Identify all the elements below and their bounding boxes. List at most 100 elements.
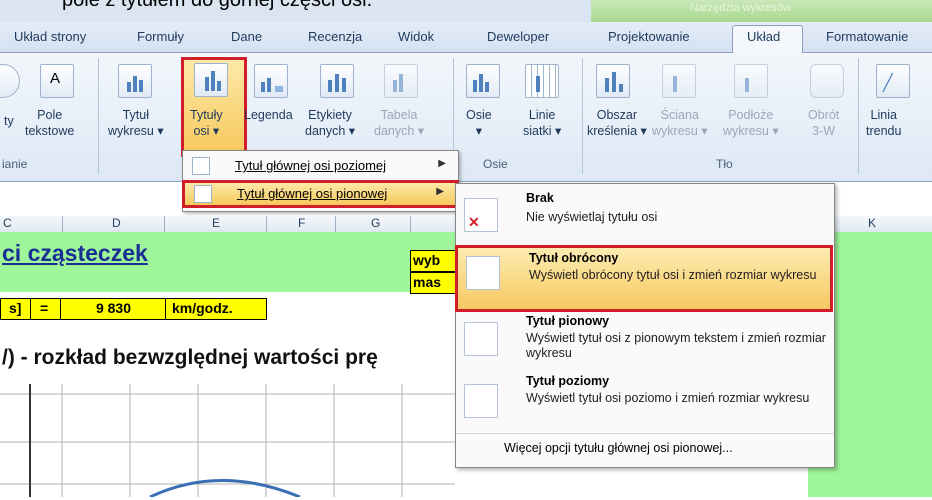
menu-item-vertical-axis-title[interactable]: Tytuł głównej osi pionowej ▶ — [182, 180, 459, 208]
trendline-button-label[interactable]: Linia trendu — [866, 107, 901, 139]
cell-unit[interactable]: km/godz. — [165, 298, 267, 320]
cell-s[interactable]: s] — [0, 298, 32, 320]
no-title-icon: ✕ — [464, 198, 498, 232]
vertical-title-icon — [464, 322, 498, 356]
axis-titles-button-label[interactable]: Tytuły osi ▾ — [190, 107, 223, 139]
cell-equals[interactable]: = — [30, 298, 62, 320]
tab-formulas[interactable]: Formuły — [137, 29, 184, 44]
tab-page-layout[interactable]: Układ strony — [14, 29, 86, 44]
axes-icon[interactable] — [466, 64, 500, 98]
cell-speed-value[interactable]: 9 830 — [60, 298, 167, 320]
option-horizontal-title[interactable]: Tytuł poziomy Wyświetl tytuł osi poziomo… — [456, 372, 834, 430]
column-separator — [164, 216, 165, 232]
data-labels-button-label[interactable]: Etykiety danych ▾ — [305, 107, 355, 139]
option-rotated-title-title: Tytuł obrócony — [529, 251, 619, 265]
cell-unit-text: km/godz. — [172, 300, 233, 316]
group-label-background: Tło — [716, 157, 733, 171]
tab-format[interactable]: Formatowanie — [826, 29, 908, 44]
option-rotated-title-desc: Wyświetl obrócony tytuł osi i zmień rozm… — [529, 268, 817, 282]
axis-titles-icon[interactable] — [194, 63, 228, 97]
axis-titles-menu: Tytuł głównej osi poziomej ▶ Tytuł główn… — [182, 150, 459, 212]
tab-layout[interactable]: Układ — [747, 29, 780, 44]
more-axis-title-options[interactable]: Więcej opcji tytułu głównej osi pionowej… — [504, 441, 733, 455]
option-vertical-title-title: Tytuł pionowy — [526, 314, 610, 328]
rotated-title-icon — [466, 256, 500, 290]
chart-area[interactable] — [0, 384, 455, 499]
column-header-k[interactable]: K — [868, 216, 876, 230]
chart-wall-icon — [662, 64, 696, 98]
chart-curve — [149, 479, 301, 499]
ribbon-partial-label: ty — [4, 114, 14, 128]
chart-tools-label: Narzędzia wykresów — [690, 2, 791, 14]
tab-design[interactable]: Projektowanie — [608, 29, 690, 44]
column-header-g[interactable]: G — [371, 216, 380, 230]
option-horizontal-title-title: Tytuł poziomy — [526, 374, 610, 388]
cell-equals-text: = — [40, 300, 49, 316]
group-label-left: ianie — [2, 157, 28, 171]
vertical-axis-title-submenu: ✕ Brak Nie wyświetlaj tytułu osi Tytuł o… — [455, 183, 835, 468]
ribbon-separator — [98, 58, 99, 174]
sheet-heading[interactable]: ci cząsteczek — [2, 240, 148, 267]
chart-gridlines — [0, 384, 455, 499]
3d-rotation-button-label: Obrót 3-W — [808, 108, 840, 138]
option-horizontal-title-desc: Wyświetl tytuł osi poziomo i zmień rozmi… — [526, 391, 810, 405]
sheet-green-area — [410, 232, 455, 250]
cell-wyb[interactable]: wyb — [410, 250, 457, 272]
option-vertical-title[interactable]: Tytuł pionowy Wyświetl tytuł osi z piono… — [456, 312, 834, 370]
option-none-desc: Nie wyświetlaj tytułu osi — [526, 210, 658, 224]
gridlines-button-label[interactable]: Linie siatki ▾ — [523, 107, 561, 139]
plot-area-button-label[interactable]: Obszar kreślenia ▾ — [587, 107, 647, 139]
submenu-arrow-icon: ▶ — [436, 186, 444, 197]
submenu-arrow-icon: ▶ — [438, 158, 446, 169]
axes-button-label[interactable]: Osie ▾ — [466, 107, 492, 139]
cell-mas[interactable]: mas — [410, 272, 457, 294]
menu-separator — [456, 433, 834, 434]
group-label-axes: Osie — [483, 157, 508, 171]
option-none-title: Brak — [526, 191, 554, 205]
text-box-icon[interactable]: A — [40, 64, 74, 98]
data-table-icon — [384, 64, 418, 98]
column-header-f[interactable]: F — [298, 216, 305, 230]
plot-area-icon[interactable] — [596, 64, 630, 98]
chart-title-icon[interactable] — [118, 64, 152, 98]
tab-review[interactable]: Recenzja — [308, 29, 362, 44]
horizontal-title-icon — [464, 384, 498, 418]
text-box-button-label[interactable]: Pole tekstowe — [25, 107, 74, 139]
3d-rotation-icon — [810, 64, 844, 98]
menu-item-label: Tytuł głównej osi pionowej — [237, 186, 388, 201]
chart-heading[interactable]: /) - rozkład bezwzględnej wartości prę — [2, 346, 378, 370]
cell-s-text: s] — [9, 300, 22, 316]
ribbon-separator — [858, 58, 859, 174]
option-vertical-title-desc: Wyświetl tytuł osi z pionowym tekstem i … — [526, 331, 826, 360]
chart-title-button-label[interactable]: Tytuł wykresu ▾ — [108, 107, 164, 139]
chart-wall-button-label: Ściana wykresu ▾ — [652, 108, 708, 138]
gridlines-icon[interactable] — [525, 64, 559, 98]
chart-floor-icon — [734, 64, 768, 98]
tab-developer[interactable]: Deweloper — [487, 29, 549, 44]
data-labels-icon[interactable] — [320, 64, 354, 98]
legend-icon[interactable] — [254, 64, 288, 98]
horizontal-axis-title-icon — [192, 157, 210, 175]
option-rotated-title[interactable]: Tytuł obrócony Wyświetl obrócony tytuł o… — [455, 245, 833, 312]
vertical-axis-title-icon — [194, 185, 212, 203]
overlay-caption: pole z tytułem do górnej części osi. — [62, 0, 373, 11]
chart-floor-button-label: Podłoże wykresu ▾ — [723, 108, 779, 138]
column-separator — [266, 216, 267, 232]
column-separator — [62, 216, 63, 232]
tab-data[interactable]: Dane — [231, 29, 262, 44]
menu-item-horizontal-axis-title[interactable]: Tytuł głównej osi poziomej ▶ — [183, 152, 458, 179]
trendline-icon[interactable]: ╱ — [876, 64, 910, 98]
tab-view[interactable]: Widok — [398, 29, 434, 44]
column-header-d[interactable]: D — [112, 216, 121, 230]
column-header-e[interactable]: E — [212, 216, 220, 230]
column-header-c[interactable]: C — [3, 216, 12, 230]
column-separator — [335, 216, 336, 232]
cell-wyb-text: wyb — [413, 252, 441, 268]
data-table-button-label: Tabela danych ▾ — [374, 108, 425, 138]
option-none[interactable]: ✕ Brak Nie wyświetlaj tytułu osi — [456, 188, 834, 243]
legend-button-label[interactable]: Legenda — [244, 107, 293, 123]
cell-speed-value-text: 9 830 — [95, 300, 132, 316]
menu-item-label: Tytuł głównej osi poziomej — [235, 158, 387, 173]
column-separator — [410, 216, 411, 232]
ribbon-separator — [582, 58, 583, 174]
